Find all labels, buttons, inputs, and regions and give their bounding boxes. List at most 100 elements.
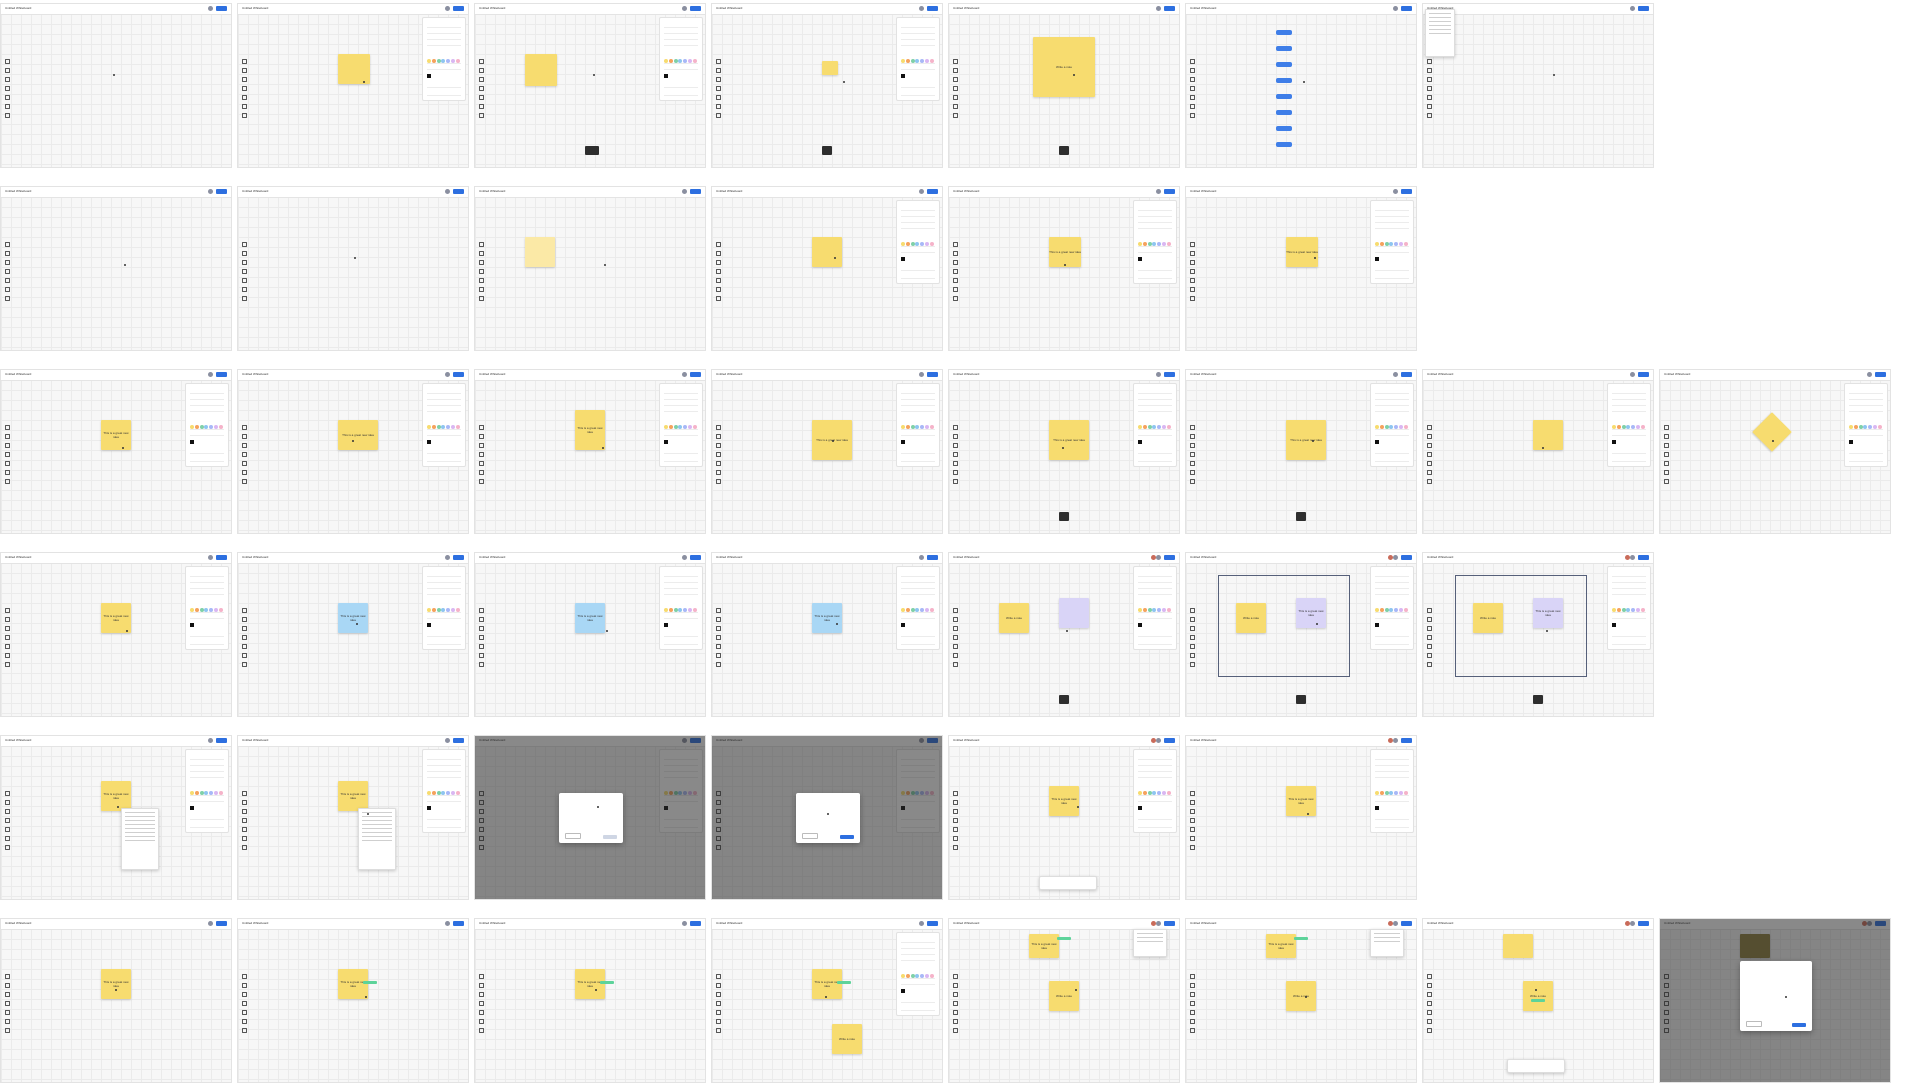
tool-icon[interactable] — [716, 461, 721, 466]
share-button[interactable] — [1638, 921, 1649, 926]
share-button[interactable] — [1164, 921, 1175, 926]
tool-icon[interactable] — [479, 251, 484, 256]
tool-icon[interactable] — [5, 974, 10, 979]
tool-icon[interactable] — [716, 260, 721, 265]
tool-icon[interactable] — [242, 104, 247, 109]
tool-icon[interactable] — [242, 77, 247, 82]
tool-icon[interactable] — [5, 617, 10, 622]
sticky-note[interactable]: This is a great new idea — [1533, 598, 1563, 628]
sticky-note[interactable]: Write a note — [1049, 981, 1079, 1011]
tool-icon[interactable] — [953, 791, 958, 796]
tool-icon[interactable] — [242, 461, 247, 466]
tool-icon[interactable] — [5, 1001, 10, 1006]
tool-icon[interactable] — [953, 470, 958, 475]
tool-icon[interactable] — [1427, 425, 1432, 430]
tool-icon[interactable] — [716, 1019, 721, 1024]
tool-icon[interactable] — [1190, 635, 1195, 640]
tool-icon[interactable] — [1190, 974, 1195, 979]
tool-icon[interactable] — [242, 992, 247, 997]
tool-icon[interactable] — [242, 791, 247, 796]
confirm-button[interactable] — [840, 835, 854, 839]
share-button[interactable] — [1164, 372, 1175, 377]
tool-icon[interactable] — [5, 452, 10, 457]
tool-icon[interactable] — [716, 992, 721, 997]
tool-icon[interactable] — [1190, 809, 1195, 814]
text-color-swatch[interactable] — [1375, 257, 1379, 261]
sticky-note[interactable]: Write a note — [1286, 981, 1316, 1011]
tool-icon[interactable] — [1190, 791, 1195, 796]
tool-icon[interactable] — [5, 287, 10, 292]
tool-icon[interactable] — [716, 104, 721, 109]
tool-icon[interactable] — [1427, 617, 1432, 622]
share-button[interactable] — [690, 6, 701, 11]
tool-icon[interactable] — [953, 461, 958, 466]
share-button[interactable] — [216, 372, 227, 377]
tool-icon[interactable] — [242, 113, 247, 118]
tool-icon[interactable] — [5, 296, 10, 301]
share-button[interactable] — [1638, 555, 1649, 560]
tool-icon[interactable] — [1190, 992, 1195, 997]
tool-icon[interactable] — [5, 836, 10, 841]
text-color-swatch[interactable] — [1138, 257, 1142, 261]
tool-icon[interactable] — [5, 278, 10, 283]
tool-icon[interactable] — [5, 470, 10, 475]
tool-icon[interactable] — [716, 278, 721, 283]
sticky-note[interactable]: Write a note — [1033, 37, 1095, 97]
comment-tag[interactable] — [363, 981, 377, 984]
tool-icon[interactable] — [953, 434, 958, 439]
menu-item[interactable] — [125, 816, 155, 817]
tool-icon[interactable] — [242, 296, 247, 301]
tool-icon[interactable] — [242, 974, 247, 979]
tool-icon[interactable] — [242, 983, 247, 988]
tool-icon[interactable] — [1190, 251, 1195, 256]
tool-icon[interactable] — [1190, 59, 1195, 64]
tool-icon[interactable] — [953, 59, 958, 64]
tool-icon[interactable] — [953, 86, 958, 91]
menu-item[interactable] — [1137, 937, 1163, 938]
tool-icon[interactable] — [716, 983, 721, 988]
tool-icon[interactable] — [1190, 608, 1195, 613]
sticky-note[interactable]: This is a great new idea — [812, 969, 842, 999]
share-button[interactable] — [927, 555, 938, 560]
share-button[interactable] — [690, 189, 701, 194]
sticky-note[interactable] — [338, 54, 370, 84]
tool-icon[interactable] — [479, 1010, 484, 1015]
tool-icon[interactable] — [953, 278, 958, 283]
menu-item[interactable] — [125, 836, 155, 837]
menu-item[interactable] — [1429, 17, 1451, 18]
sticky-note[interactable]: Write a note — [832, 1024, 862, 1054]
share-button[interactable] — [453, 6, 464, 11]
share-button[interactable] — [216, 555, 227, 560]
sticky-note[interactable]: This is a great new idea — [338, 969, 368, 999]
sticky-note[interactable] — [525, 54, 557, 86]
share-button[interactable] — [1401, 738, 1412, 743]
autocomplete-chip[interactable] — [1276, 142, 1292, 147]
tool-icon[interactable] — [242, 59, 247, 64]
sticky-note[interactable]: This is a great new idea — [1286, 420, 1326, 460]
tool-icon[interactable] — [479, 104, 484, 109]
tool-icon[interactable] — [242, 68, 247, 73]
tool-icon[interactable] — [242, 1028, 247, 1033]
tool-icon[interactable] — [953, 662, 958, 667]
menu-item[interactable] — [125, 824, 155, 825]
tool-icon[interactable] — [5, 653, 10, 658]
tool-icon[interactable] — [716, 662, 721, 667]
autocomplete-chip[interactable] — [1276, 46, 1292, 51]
tool-icon[interactable] — [716, 1010, 721, 1015]
tool-icon[interactable] — [953, 809, 958, 814]
tool-icon[interactable] — [953, 836, 958, 841]
sticky-note[interactable]: Write a note — [1523, 981, 1553, 1011]
tool-icon[interactable] — [242, 800, 247, 805]
tool-icon[interactable] — [953, 251, 958, 256]
tool-icon[interactable] — [1190, 845, 1195, 850]
tool-icon[interactable] — [716, 251, 721, 256]
tool-icon[interactable] — [1190, 1001, 1195, 1006]
tool-icon[interactable] — [953, 1028, 958, 1033]
tool-icon[interactable] — [953, 845, 958, 850]
tool-icon[interactable] — [242, 269, 247, 274]
tool-icon[interactable] — [479, 635, 484, 640]
tool-icon[interactable] — [1190, 644, 1195, 649]
tool-icon[interactable] — [1190, 452, 1195, 457]
tool-icon[interactable] — [716, 452, 721, 457]
tool-icon[interactable] — [716, 479, 721, 484]
